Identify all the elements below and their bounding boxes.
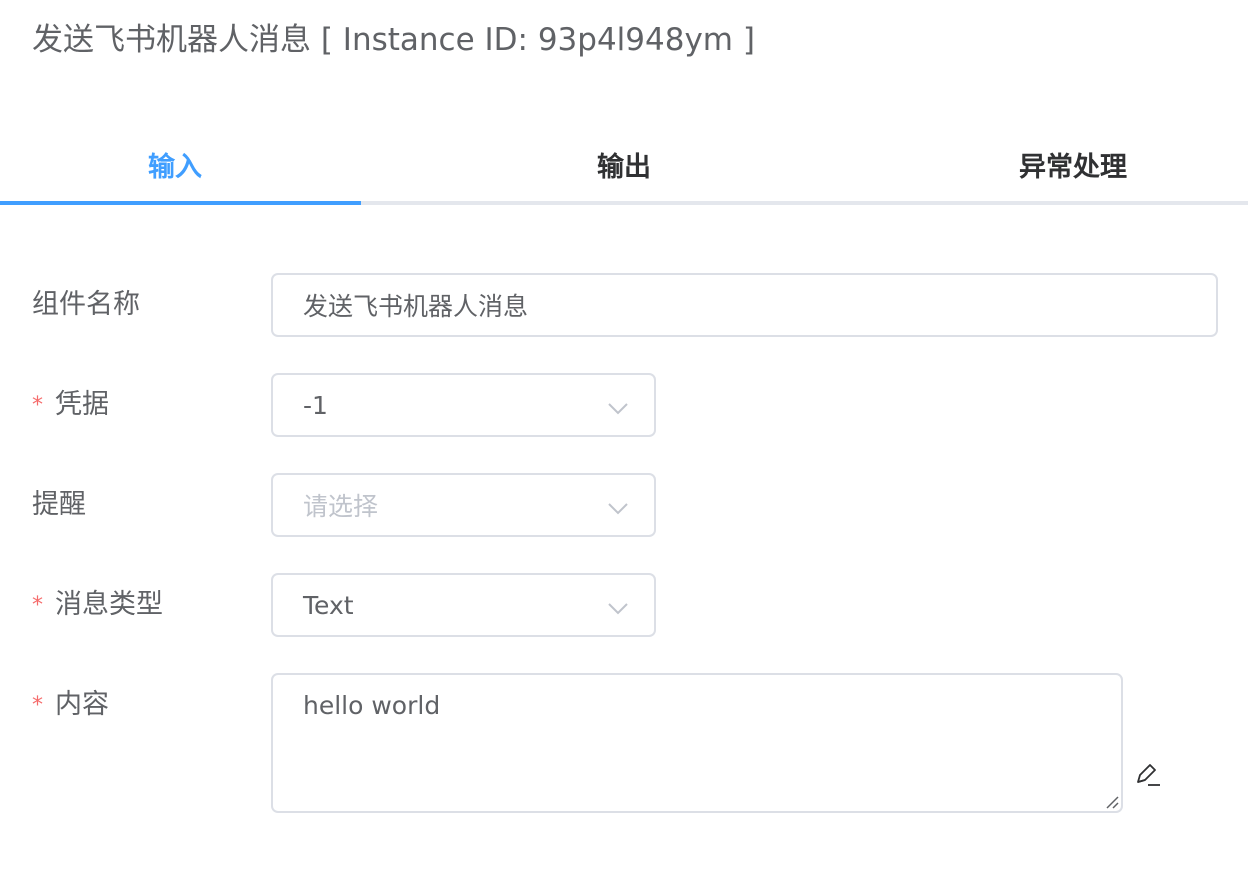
chevron-down-icon bbox=[608, 599, 628, 619]
chevron-down-icon bbox=[608, 499, 628, 519]
tab-exception-handling[interactable]: 异常处理 bbox=[898, 128, 1248, 201]
tab-bar: 输入 输出 异常处理 bbox=[0, 128, 1248, 205]
reminder-label: 提醒 bbox=[32, 487, 86, 523]
pencil-icon[interactable] bbox=[1134, 760, 1162, 788]
content-label: * 内容 bbox=[32, 687, 109, 724]
message-type-value: Text bbox=[303, 591, 354, 620]
content-label-text: 内容 bbox=[55, 689, 109, 720]
component-name-label: 组件名称 bbox=[32, 287, 140, 323]
credential-label: * 凭据 bbox=[32, 387, 109, 424]
page: 发送飞书机器人消息 [ Instance ID: 93p4l948ym ] 输入… bbox=[0, 0, 1248, 872]
component-name-input[interactable]: 发送飞书机器人消息 bbox=[271, 273, 1218, 337]
page-title: 发送飞书机器人消息 [ Instance ID: 93p4l948ym ] bbox=[32, 18, 755, 62]
message-type-select[interactable]: Text bbox=[271, 573, 656, 637]
credential-select[interactable]: -1 bbox=[271, 373, 656, 437]
component-name-label-text: 组件名称 bbox=[32, 289, 140, 320]
reminder-placeholder: 请选择 bbox=[303, 487, 378, 523]
reminder-select[interactable]: 请选择 bbox=[271, 473, 656, 537]
required-mark: * bbox=[32, 693, 43, 718]
required-mark: * bbox=[32, 593, 43, 618]
chevron-down-icon bbox=[608, 399, 628, 419]
reminder-label-text: 提醒 bbox=[32, 489, 86, 520]
resize-grip-icon[interactable] bbox=[1103, 793, 1119, 809]
content-textarea[interactable]: hello world bbox=[271, 673, 1123, 813]
component-name-value: 发送飞书机器人消息 bbox=[303, 287, 528, 323]
message-type-label: * 消息类型 bbox=[32, 587, 163, 624]
tab-output[interactable]: 输出 bbox=[449, 128, 799, 201]
credential-value: -1 bbox=[303, 391, 328, 420]
content-value: hello world bbox=[303, 691, 440, 720]
credential-label-text: 凭据 bbox=[55, 389, 109, 420]
tab-input[interactable]: 输入 bbox=[0, 128, 350, 201]
message-type-label-text: 消息类型 bbox=[55, 589, 163, 620]
active-tab-indicator bbox=[0, 201, 361, 205]
required-mark: * bbox=[32, 393, 43, 418]
